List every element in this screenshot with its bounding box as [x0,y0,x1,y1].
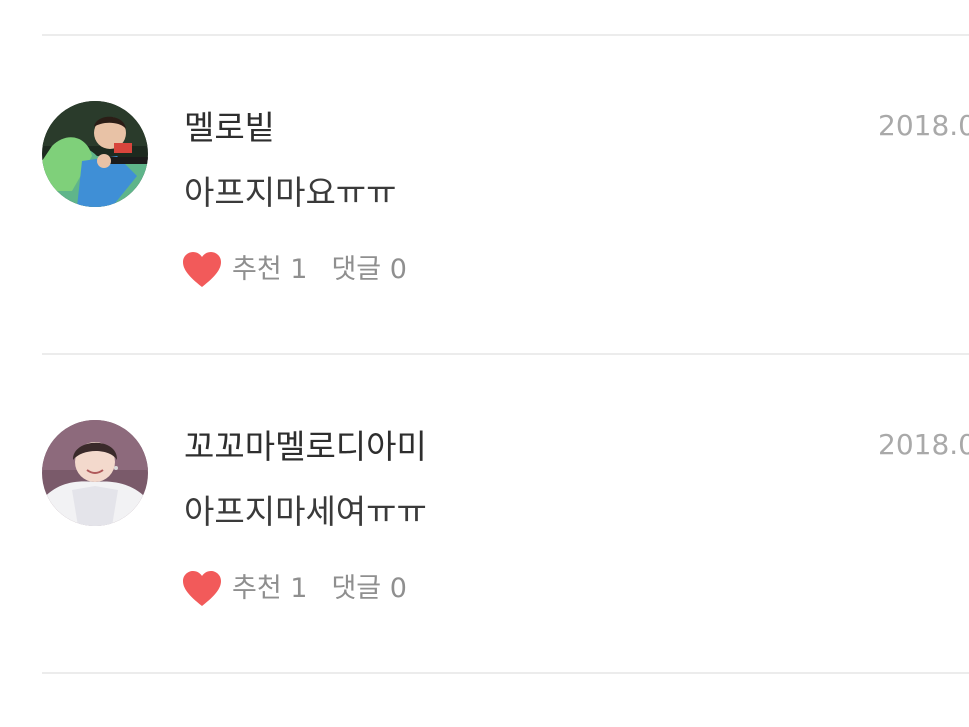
comment-actions: 추천 1 댓글 0 [182,569,407,609]
reply-count[interactable]: 댓글 0 [331,251,406,289]
like-count[interactable]: 추천 1 [232,570,307,608]
comment-item: 멜로빝 2018.0 아프지마요ㅠㅠ 추천 1 댓글 0 [0,36,969,354]
bottom-divider [42,672,969,674]
comment-date: 2018.0 [878,109,969,142]
comment-item: 꼬꼬마멜로디아미 2018.0 아프지마세여ㅠㅠ 추천 1 댓글 0 [0,355,969,673]
comment-text: 아프지마요ㅠㅠ [184,173,397,212]
comment-actions: 추천 1 댓글 0 [182,250,407,290]
avatar-photo-icon [42,420,148,526]
heart-icon[interactable] [182,570,222,608]
avatar[interactable] [42,101,148,207]
comment-date: 2018.0 [878,428,969,461]
avatar[interactable] [42,420,148,526]
comment-text: 아프지마세여ㅠㅠ [184,492,427,531]
avatar-photo-icon [42,101,148,207]
heart-icon[interactable] [182,251,222,289]
like-count[interactable]: 추천 1 [232,251,307,289]
comment-author[interactable]: 멜로빝 [184,104,275,152]
reply-count[interactable]: 댓글 0 [331,570,406,608]
comment-author[interactable]: 꼬꼬마멜로디아미 [184,423,427,471]
